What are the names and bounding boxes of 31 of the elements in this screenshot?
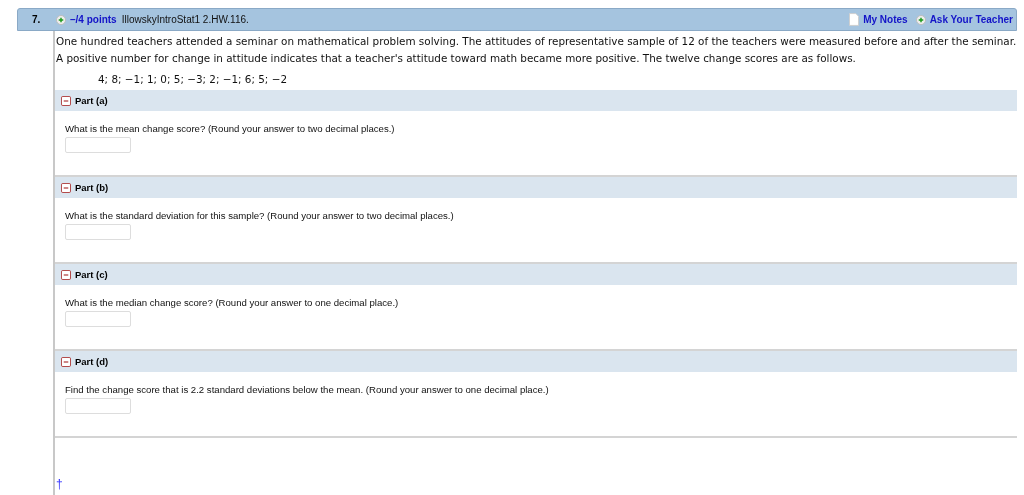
answer-field[interactable] (65, 398, 131, 414)
change-scores: 4; 8; −1; 1; 0; 5; −3; 2; −1; 6; 5; −2 (98, 73, 288, 85)
footnote-mark: † (56, 477, 63, 491)
part-header[interactable]: Part (b) (55, 177, 1017, 198)
question-source: IllowskyIntroStat1 2.HW.116. (121, 14, 249, 25)
collapse-icon[interactable] (61, 95, 71, 106)
points-label: –/4 points (70, 14, 117, 25)
part-label: Part (a) (75, 95, 108, 106)
problem-text: One hundred teachers attended a seminar on mathematical problem solving. The attitudes of representative sample of 12 of the teachers were measured before and after the seminar. A positive number for change in attitude indicates that a teacher's attitude toward math became more positive. The twelve change scores are as follows. (56, 34, 1017, 66)
part-label: Part (c) (75, 269, 108, 280)
question-number: 7. (32, 14, 42, 25)
part-header[interactable]: Part (d) (55, 351, 1017, 372)
note-icon[interactable] (849, 13, 860, 26)
part-label: Part (b) (75, 182, 109, 193)
question-prompt: What is the mean change score? (Round your answer to two decimal places.) (65, 123, 396, 134)
answer-field[interactable] (65, 311, 131, 327)
my-notes-link[interactable]: My Notes (863, 14, 908, 25)
part-label: Part (d) (75, 356, 109, 367)
question-prompt: Find the change score that is 2.2 standard deviations below the mean. (Round your answer to one decimal place.) (65, 384, 550, 395)
part-header[interactable]: Part (c) (55, 264, 1017, 285)
question-prompt: What is the standard deviation for this sample? (Round your answer to two decimal places.) (65, 210, 455, 221)
part-header[interactable]: Part (a) (55, 90, 1017, 111)
plus-icon[interactable] (56, 14, 66, 25)
collapse-icon[interactable] (61, 356, 71, 367)
plus-icon[interactable] (915, 14, 926, 25)
answer-field[interactable] (65, 137, 131, 153)
answer-field[interactable] (65, 224, 131, 240)
ask-teacher-link[interactable]: Ask Your Teacher (929, 14, 1013, 25)
collapse-icon[interactable] (61, 182, 71, 193)
question-prompt: What is the median change score? (Round your answer to one decimal place.) (65, 297, 400, 308)
collapse-icon[interactable] (61, 269, 71, 280)
